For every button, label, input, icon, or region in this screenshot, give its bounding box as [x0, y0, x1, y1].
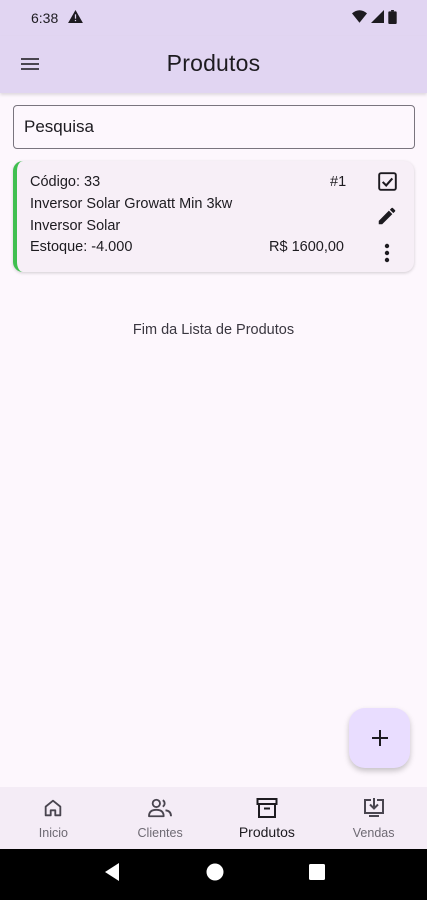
download-screen-icon [362, 796, 386, 820]
page-title: Produtos [166, 50, 261, 76]
nav-item-clientes[interactable]: Clientes [107, 787, 214, 849]
nav-label-vendas: Vendas [352, 826, 395, 840]
nav-label-inicio: Inicio [38, 826, 68, 840]
nav-item-produtos[interactable]: Produtos [214, 787, 321, 849]
plus-icon [371, 730, 388, 746]
cell-signal-icon [371, 10, 384, 26]
warning-icon [68, 10, 84, 26]
nav-label-clientes: Clientes [137, 826, 183, 840]
product-code: Código: 33 [30, 174, 101, 190]
system-navigation-bar [0, 849, 427, 900]
home-circle-icon[interactable] [206, 863, 224, 886]
people-icon [147, 796, 173, 820]
product-name: Inversor Solar Growatt Min 3kw [30, 196, 233, 212]
battery-icon [388, 9, 397, 27]
home-icon [42, 796, 64, 820]
nav-item-vendas[interactable]: Vendas [320, 787, 427, 849]
status-bar: 6:38 [0, 0, 427, 36]
product-card[interactable]: Código: 33 #1 Inversor Solar Growatt Min… [13, 161, 414, 272]
list-end-text: Fim da Lista de Produtos [132, 322, 295, 338]
back-icon[interactable] [103, 862, 121, 887]
more-vert-icon[interactable] [375, 241, 399, 265]
bottom-navigation: Inicio Clientes Produtos Vendas [0, 787, 427, 849]
search-input[interactable] [13, 105, 415, 149]
product-category: Inversor Solar [30, 218, 121, 234]
product-index: #1 [330, 174, 347, 190]
recents-square-icon[interactable] [308, 864, 325, 885]
product-stock: Estoque: -4.000 [30, 239, 133, 255]
status-time: 6:38 [31, 10, 59, 26]
wifi-icon [352, 10, 367, 26]
edit-pencil-icon[interactable] [375, 204, 399, 228]
inventory-box-icon [255, 796, 279, 820]
nav-label-produtos: Produtos [238, 824, 295, 840]
add-product-button[interactable] [349, 708, 410, 768]
product-price: R$ 1600,00 [269, 239, 344, 255]
nav-item-inicio[interactable]: Inicio [0, 787, 107, 849]
checkbox-icon[interactable] [375, 169, 399, 193]
app-bar: Produtos [0, 36, 427, 93]
